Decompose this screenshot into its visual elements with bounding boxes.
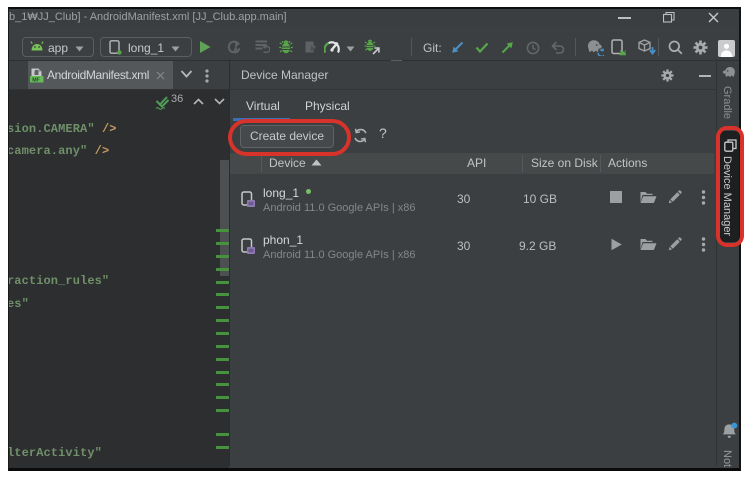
svg-text:MF: MF: [32, 77, 40, 83]
